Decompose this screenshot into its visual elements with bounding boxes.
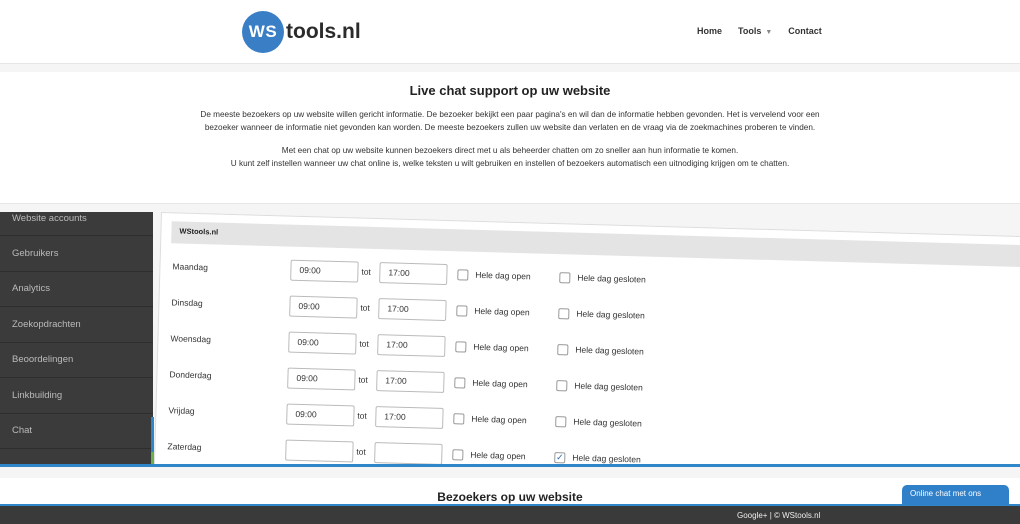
time-to-input[interactable]: 17:00	[379, 261, 448, 285]
day-row: Donderdag 09:00 tot 17:00 Hele dag open Hele …	[169, 363, 648, 398]
logo[interactable]: WS tools.nl	[242, 11, 361, 53]
closed-all-day-label: Hele dag gesloten	[573, 416, 642, 429]
logo-text: tools.nl	[286, 20, 361, 43]
open-all-day-checkbox[interactable]	[453, 412, 465, 425]
closed-all-day-label: Hele dag gesloten	[576, 308, 645, 321]
open-all-day-checkbox[interactable]	[456, 304, 468, 317]
closed-all-day-checkbox[interactable]	[557, 343, 569, 355]
intro-title: Live chat support op uw website	[409, 83, 611, 98]
sidebar-item-analytics[interactable]: Analytics	[0, 272, 153, 307]
to-label: tot	[356, 446, 366, 457]
time-to-input[interactable]: 17:00	[375, 405, 444, 429]
closed-all-day-label: Hele dag gesloten	[572, 452, 641, 464]
time-to-input[interactable]: 17:00	[376, 369, 445, 393]
closed-all-day-label: Hele dag gesloten	[575, 344, 644, 357]
intro-section: Live chat support op uw website De meest…	[0, 72, 1020, 204]
day-label: Donderdag	[169, 369, 212, 381]
open-all-day-label: Hele dag open	[470, 449, 526, 462]
day-label: Vrijdag	[168, 405, 195, 417]
visitors-title: Bezoekers op uw website	[437, 490, 583, 504]
nav-tools-label: Tools	[738, 26, 762, 36]
visitors-section: Bezoekers op uw website	[0, 478, 1020, 504]
chat-settings-demo: Website accounts Gebruikers Analytics Zo…	[0, 212, 1020, 464]
open-all-day-checkbox[interactable]	[452, 448, 464, 461]
day-label: Maandag	[172, 261, 209, 273]
intro-line-2: U kunt zelf instellen wanneer uw chat on…	[230, 159, 790, 169]
open-all-day-label: Hele dag open	[473, 341, 529, 354]
closed-all-day-checkbox[interactable]	[559, 271, 571, 283]
nav-tools[interactable]: Tools ▼	[738, 26, 772, 36]
day-row: Dinsdag 09:00 tot 17:00 Hele dag open Hele da…	[171, 291, 650, 326]
to-label: tot	[360, 302, 370, 313]
intro-paragraph-1: De meeste bezoekers op uw website willen…	[200, 110, 820, 133]
to-label: tot	[358, 374, 368, 385]
to-label: tot	[359, 338, 369, 349]
opening-hours-panel: WStools.nl Maandag 09:00 tot 17:00 Hele dag …	[153, 212, 1020, 464]
day-label: Zaterdag	[167, 441, 202, 453]
sidebar-item-website-accounts[interactable]: Website accounts	[0, 212, 153, 236]
admin-sidebar: Website accounts Gebruikers Analytics Zo…	[0, 212, 153, 464]
day-row: Zaterdag tot Hele dag open ✓ Hele dag geslot…	[167, 435, 646, 464]
to-label: tot	[357, 410, 367, 421]
logo-badge: WS	[242, 11, 284, 53]
section-divider	[0, 464, 1020, 467]
time-from-input[interactable]: 09:00	[290, 259, 359, 283]
site-header: WS tools.nl Home Tools ▼ Contact	[0, 0, 1020, 64]
time-from-input[interactable]: 09:00	[287, 367, 356, 390]
time-from-input[interactable]: 09:00	[288, 331, 357, 355]
open-all-day-label: Hele dag open	[471, 413, 527, 426]
open-all-day-checkbox[interactable]	[454, 376, 466, 389]
to-label: tot	[361, 266, 372, 277]
closed-all-day-checkbox[interactable]	[558, 307, 570, 319]
time-from-input[interactable]: 09:00	[286, 403, 355, 426]
day-label: Dinsdag	[171, 297, 203, 309]
open-all-day-checkbox[interactable]	[457, 268, 469, 281]
closed-all-day-checkbox[interactable]	[556, 379, 568, 391]
sidebar-item-beoordelingen[interactable]: Beoordelingen	[0, 343, 153, 378]
sidebar-item-chat[interactable]: Chat	[0, 414, 153, 449]
footer-text[interactable]: Google+ | © WStools.nl	[737, 511, 820, 520]
time-to-input[interactable]: 17:00	[377, 333, 446, 357]
open-all-day-label: Hele dag open	[472, 377, 528, 390]
closed-all-day-checkbox[interactable]	[555, 415, 567, 427]
time-from-input[interactable]: 09:00	[289, 295, 358, 319]
intro-line-1: Met een chat op uw website kunnen bezoek…	[281, 145, 739, 155]
day-row: Vrijdag 09:00 tot 17:00 Hele dag open Hele da…	[168, 399, 647, 434]
time-to-input[interactable]	[374, 441, 443, 464]
nav-contact[interactable]: Contact	[788, 26, 822, 36]
closed-all-day-label: Hele dag gesloten	[577, 272, 646, 285]
day-row: Woensdag 09:00 tot 17:00 Hele dag open Hele d…	[170, 327, 649, 362]
sidebar-item-linkbuilding[interactable]: Linkbuilding	[0, 378, 153, 414]
closed-all-day-label: Hele dag gesloten	[574, 380, 643, 393]
nav-home[interactable]: Home	[697, 26, 722, 36]
closed-all-day-checkbox[interactable]: ✓	[554, 451, 566, 463]
intro-paragraph-2: Met een chat op uw website kunnen bezoek…	[190, 144, 830, 171]
chevron-down-icon: ▼	[765, 29, 773, 36]
main-nav: Home Tools ▼ Contact	[697, 26, 822, 36]
chat-button[interactable]: Online chat met ons	[902, 485, 1009, 505]
time-from-input[interactable]	[285, 439, 354, 462]
sidebar-item-gebruikers[interactable]: Gebruikers	[0, 236, 153, 272]
sidebar-item-zoekopdrachten[interactable]: Zoekopdrachten	[0, 307, 153, 343]
open-all-day-label: Hele dag open	[475, 269, 531, 282]
open-all-day-label: Hele dag open	[474, 305, 530, 318]
site-footer: Google+ | © WStools.nl	[0, 504, 1020, 524]
day-row: Maandag 09:00 tot 17:00 Hele dag open Hele da…	[172, 255, 651, 290]
time-to-input[interactable]: 17:00	[378, 297, 447, 321]
open-all-day-checkbox[interactable]	[455, 340, 467, 353]
day-label: Woensdag	[170, 333, 212, 345]
